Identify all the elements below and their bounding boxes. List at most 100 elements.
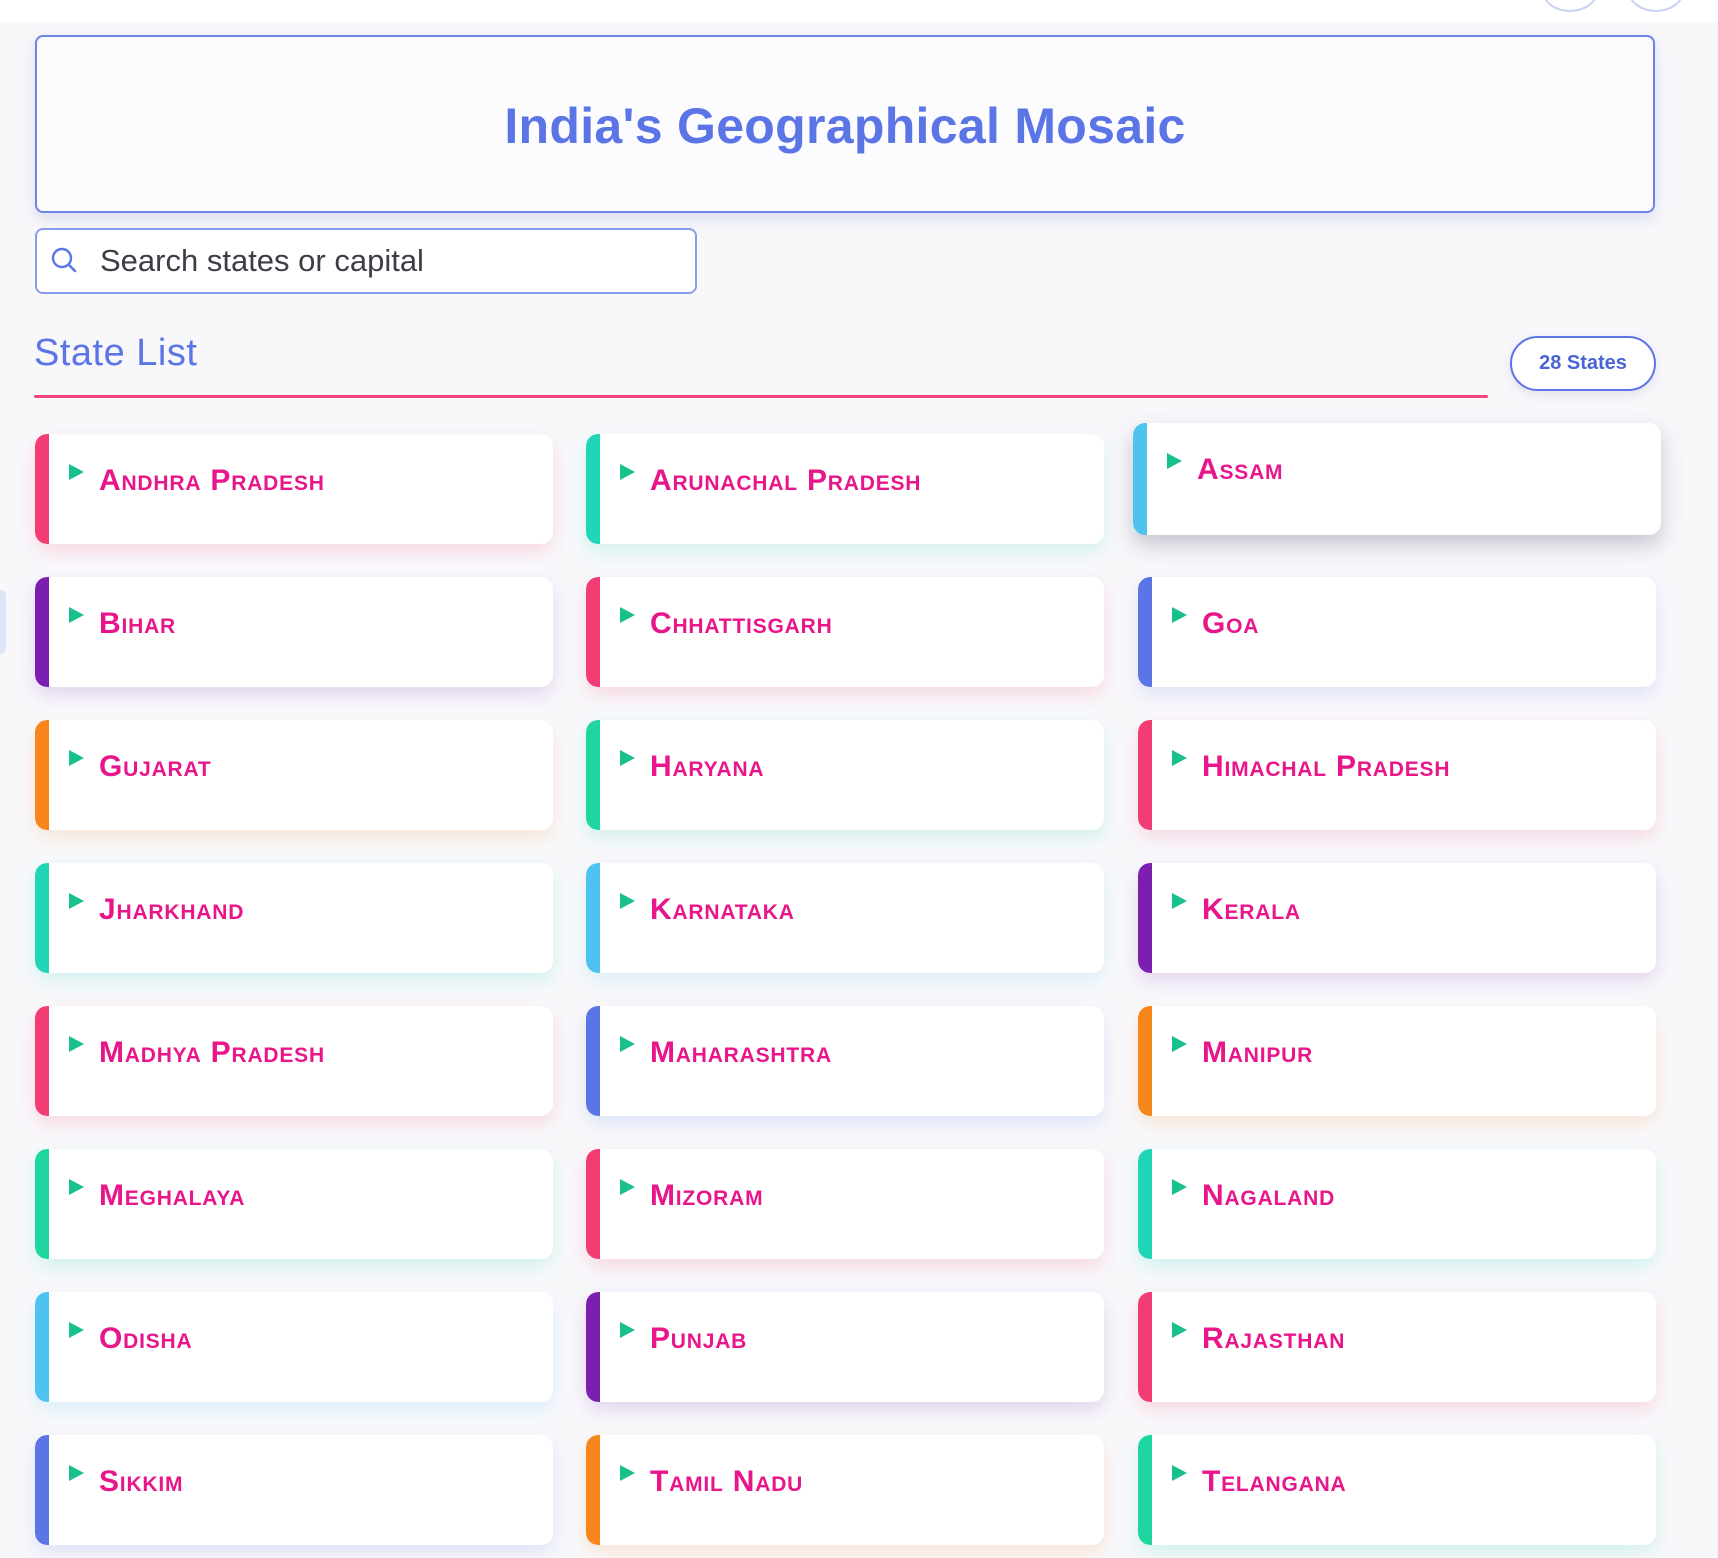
state-card[interactable]: Karnataka xyxy=(586,863,1104,973)
state-card[interactable]: Rajasthan xyxy=(1138,1292,1656,1402)
state-name: Meghalaya xyxy=(99,1179,246,1212)
expand-arrow-icon[interactable] xyxy=(1172,607,1187,623)
expand-arrow-icon[interactable] xyxy=(1172,1465,1187,1481)
section-title: State List xyxy=(34,332,198,374)
expand-arrow-icon[interactable] xyxy=(620,1036,635,1052)
state-card[interactable]: Mizoram xyxy=(586,1149,1104,1259)
header-banner: India's Geographical Mosaic xyxy=(35,35,1655,213)
state-card[interactable]: Goa xyxy=(1138,577,1656,687)
expand-arrow-icon[interactable] xyxy=(1172,1179,1187,1195)
expand-arrow-icon[interactable] xyxy=(1167,453,1182,469)
page-title: India's Geographical Mosaic xyxy=(504,98,1186,154)
state-name: Jharkhand xyxy=(99,893,245,926)
state-card[interactable]: Chhattisgarh xyxy=(586,577,1104,687)
expand-arrow-icon[interactable] xyxy=(620,464,635,480)
window-control-left[interactable] xyxy=(1542,0,1598,12)
state-name: Kerala xyxy=(1202,893,1301,926)
expand-arrow-icon[interactable] xyxy=(1172,893,1187,909)
card-accent-bar xyxy=(35,577,49,687)
state-card[interactable]: Madhya Pradesh xyxy=(35,1006,553,1116)
card-accent-bar xyxy=(586,1292,600,1402)
state-card[interactable]: Punjab xyxy=(586,1292,1104,1402)
state-name: Sikkim xyxy=(99,1465,184,1498)
state-card[interactable]: Gujarat xyxy=(35,720,553,830)
expand-arrow-icon[interactable] xyxy=(69,750,84,766)
card-accent-bar xyxy=(35,720,49,830)
state-card[interactable]: Haryana xyxy=(586,720,1104,830)
card-accent-bar xyxy=(586,1006,600,1116)
expand-arrow-icon[interactable] xyxy=(69,1465,84,1481)
expand-arrow-icon[interactable] xyxy=(620,1179,635,1195)
state-name: Arunachal Pradesh xyxy=(650,464,922,497)
state-name: Haryana xyxy=(650,750,765,783)
state-card[interactable]: Odisha xyxy=(35,1292,553,1402)
card-accent-bar xyxy=(35,1435,49,1545)
state-name: Manipur xyxy=(1202,1036,1314,1069)
card-accent-bar xyxy=(35,1006,49,1116)
card-accent-bar xyxy=(35,1149,49,1259)
side-tab-handle[interactable] xyxy=(0,590,6,654)
expand-arrow-icon[interactable] xyxy=(1172,1036,1187,1052)
state-name: Chhattisgarh xyxy=(650,607,833,640)
state-card[interactable]: Kerala xyxy=(1138,863,1656,973)
card-accent-bar xyxy=(586,434,600,544)
state-card[interactable]: Telangana xyxy=(1138,1435,1656,1545)
state-name: Himachal Pradesh xyxy=(1202,750,1451,783)
state-name: Telangana xyxy=(1202,1465,1347,1498)
state-name: Tamil Nadu xyxy=(650,1465,804,1498)
card-accent-bar xyxy=(1138,1292,1152,1402)
state-card[interactable]: Sikkim xyxy=(35,1435,553,1545)
card-accent-bar xyxy=(586,577,600,687)
expand-arrow-icon[interactable] xyxy=(1172,1322,1187,1338)
card-accent-bar xyxy=(35,434,49,544)
card-accent-bar xyxy=(1138,1006,1152,1116)
state-name: Odisha xyxy=(99,1322,193,1355)
expand-arrow-icon[interactable] xyxy=(620,750,635,766)
state-count-badge: 28 States xyxy=(1510,336,1656,391)
state-card[interactable]: Arunachal Pradesh xyxy=(586,434,1104,544)
card-accent-bar xyxy=(586,720,600,830)
state-card[interactable]: Maharashtra xyxy=(586,1006,1104,1116)
card-accent-bar xyxy=(1138,720,1152,830)
state-name: Goa xyxy=(1202,607,1260,640)
expand-arrow-icon[interactable] xyxy=(620,1465,635,1481)
state-name: Mizoram xyxy=(650,1179,764,1212)
expand-arrow-icon[interactable] xyxy=(69,464,84,480)
expand-arrow-icon[interactable] xyxy=(1172,750,1187,766)
state-card[interactable]: Jharkhand xyxy=(35,863,553,973)
state-card[interactable]: Tamil Nadu xyxy=(586,1435,1104,1545)
card-accent-bar xyxy=(586,1435,600,1545)
card-accent-bar xyxy=(586,1149,600,1259)
search-input[interactable] xyxy=(100,243,660,279)
expand-arrow-icon[interactable] xyxy=(69,893,84,909)
state-name: Andhra Pradesh xyxy=(99,464,325,497)
search-bar[interactable] xyxy=(35,228,697,294)
expand-arrow-icon[interactable] xyxy=(69,607,84,623)
state-card[interactable]: Himachal Pradesh xyxy=(1138,720,1656,830)
state-name: Assam xyxy=(1197,453,1284,486)
expand-arrow-icon[interactable] xyxy=(69,1322,84,1338)
window-control-right[interactable] xyxy=(1628,0,1684,12)
card-accent-bar xyxy=(1138,1149,1152,1259)
card-accent-bar xyxy=(1138,863,1152,973)
state-card[interactable]: Bihar xyxy=(35,577,553,687)
card-accent-bar xyxy=(35,1292,49,1402)
state-card[interactable]: Nagaland xyxy=(1138,1149,1656,1259)
expand-arrow-icon[interactable] xyxy=(620,1322,635,1338)
state-name: Nagaland xyxy=(1202,1179,1336,1212)
state-card[interactable]: Andhra Pradesh xyxy=(35,434,553,544)
expand-arrow-icon[interactable] xyxy=(69,1036,84,1052)
expand-arrow-icon[interactable] xyxy=(620,893,635,909)
state-card[interactable]: Manipur xyxy=(1138,1006,1656,1116)
state-name: Karnataka xyxy=(650,893,795,926)
expand-arrow-icon[interactable] xyxy=(69,1179,84,1195)
state-name: Madhya Pradesh xyxy=(99,1036,325,1069)
state-card[interactable]: Assam xyxy=(1133,423,1661,535)
expand-arrow-icon[interactable] xyxy=(620,607,635,623)
state-card[interactable]: Meghalaya xyxy=(35,1149,553,1259)
section-divider xyxy=(34,395,1488,398)
state-name: Maharashtra xyxy=(650,1036,832,1069)
state-name: Punjab xyxy=(650,1322,748,1355)
card-accent-bar xyxy=(586,863,600,973)
state-name: Rajasthan xyxy=(1202,1322,1346,1355)
